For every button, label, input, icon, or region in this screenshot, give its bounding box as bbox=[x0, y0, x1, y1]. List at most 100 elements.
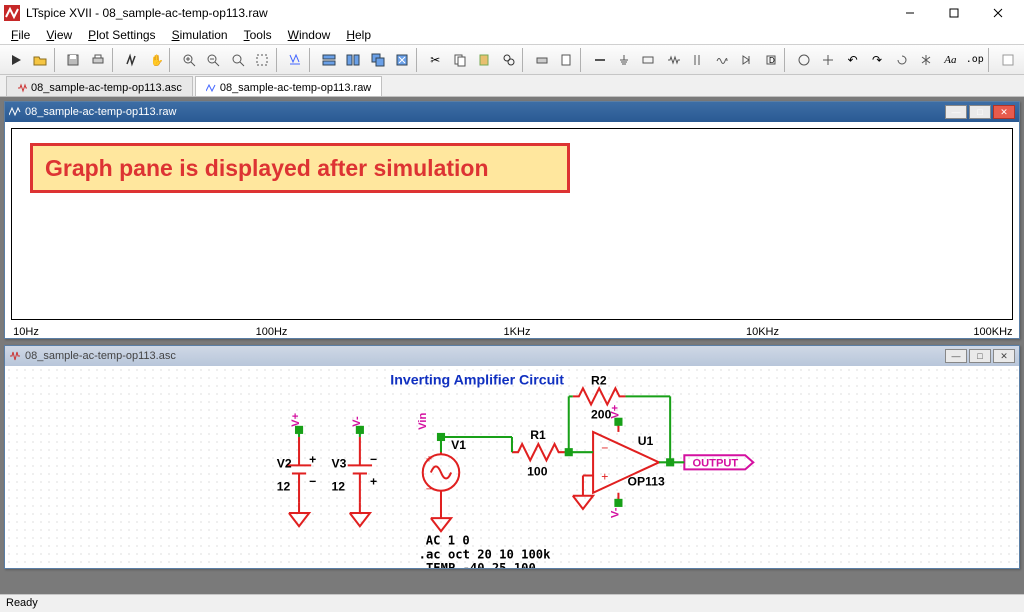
waveform-body[interactable]: Graph pane is displayed after simulation… bbox=[5, 122, 1019, 338]
window-titlebar: LTspice XVII - 08_sample-ac-temp-op113.r… bbox=[0, 0, 1024, 26]
open-icon[interactable] bbox=[28, 48, 51, 72]
rotate-icon[interactable] bbox=[890, 48, 913, 72]
cascade-icon[interactable] bbox=[366, 48, 389, 72]
setup-icon[interactable] bbox=[555, 48, 578, 72]
schematic-window[interactable]: 08_sample-ac-temp-op113.asc ― □ ✕ V2 bbox=[4, 345, 1020, 569]
xtick: 1KHz bbox=[504, 326, 531, 338]
svg-text:+: + bbox=[426, 453, 433, 465]
svg-text:V3: V3 bbox=[331, 456, 346, 470]
label-net-icon[interactable] bbox=[637, 48, 660, 72]
drag-icon[interactable] bbox=[817, 48, 840, 72]
close-all-icon[interactable] bbox=[390, 48, 413, 72]
child-close-button[interactable]: ✕ bbox=[993, 349, 1015, 363]
tile-h-icon[interactable] bbox=[317, 48, 340, 72]
svg-text:Vin: Vin bbox=[417, 413, 429, 430]
zoom-out-icon[interactable] bbox=[202, 48, 225, 72]
spice-directive[interactable]: .ac oct 20 10 100k bbox=[419, 548, 551, 562]
schematic-titlebar[interactable]: 08_sample-ac-temp-op113.asc ― □ ✕ bbox=[5, 346, 1019, 366]
capacitor-icon[interactable] bbox=[686, 48, 709, 72]
move-icon[interactable] bbox=[792, 48, 815, 72]
schematic-canvas[interactable]: V2 12 + − V3 12 − + bbox=[5, 366, 1019, 568]
svg-text:12: 12 bbox=[331, 480, 345, 494]
inductor-icon[interactable] bbox=[710, 48, 733, 72]
zoom-fit-icon[interactable] bbox=[226, 48, 249, 72]
component-icon[interactable]: D bbox=[759, 48, 782, 72]
diode-icon[interactable] bbox=[734, 48, 757, 72]
window-maximize-button[interactable] bbox=[932, 0, 976, 26]
ground-icon bbox=[431, 513, 451, 531]
undo-icon[interactable]: ↶ bbox=[841, 48, 864, 72]
x-axis-ticks: 10Hz 100Hz 1KHz 10KHz 100KHz bbox=[11, 322, 1013, 338]
annotation-banner: Graph pane is displayed after simulation bbox=[30, 143, 570, 193]
xtick: 10KHz bbox=[746, 326, 779, 338]
svg-text:✋: ✋ bbox=[150, 54, 163, 67]
menu-tools[interactable]: Tools bbox=[237, 27, 279, 43]
waveform-window[interactable]: 08_sample-ac-temp-op113.raw ― □ ✕ Graph … bbox=[4, 101, 1020, 339]
mdi-client-area: 08_sample-ac-temp-op113.raw ― □ ✕ Graph … bbox=[0, 97, 1024, 594]
net-output-flag[interactable]: OUTPUT bbox=[684, 455, 753, 469]
menu-help[interactable]: Help bbox=[339, 27, 378, 43]
component-v1[interactable]: V1 + − bbox=[423, 437, 466, 513]
waveform-titlebar[interactable]: 08_sample-ac-temp-op113.raw ― □ ✕ bbox=[5, 102, 1019, 122]
tab-schematic[interactable]: 08_sample-ac-temp-op113.asc bbox=[6, 76, 193, 96]
copy-icon[interactable] bbox=[448, 48, 471, 72]
paste-icon[interactable] bbox=[472, 48, 495, 72]
run-icon[interactable] bbox=[4, 48, 27, 72]
document-tab-strip: 08_sample-ac-temp-op113.asc 08_sample-ac… bbox=[0, 75, 1024, 97]
menu-view[interactable]: View bbox=[39, 27, 79, 43]
ground-icon[interactable] bbox=[612, 48, 635, 72]
child-close-button[interactable]: ✕ bbox=[993, 105, 1015, 119]
spice-dir-icon[interactable]: .op bbox=[963, 48, 986, 72]
menu-plot-settings[interactable]: Plot Settings bbox=[81, 27, 162, 43]
child-maximize-button[interactable]: □ bbox=[969, 349, 991, 363]
cut-icon[interactable]: ✂ bbox=[424, 48, 447, 72]
child-minimize-button[interactable]: ― bbox=[945, 105, 967, 119]
app-icon bbox=[4, 5, 20, 21]
child-maximize-button[interactable]: □ bbox=[969, 105, 991, 119]
tab-waveform[interactable]: 08_sample-ac-temp-op113.raw bbox=[195, 76, 382, 96]
xtick: 100KHz bbox=[973, 326, 1012, 338]
menu-window[interactable]: Window bbox=[281, 27, 338, 43]
spice-directive[interactable]: .TEMP -40 25 100 bbox=[419, 561, 536, 568]
print2-icon[interactable] bbox=[530, 48, 553, 72]
component-u1[interactable]: − + U1 OP113 bbox=[593, 422, 665, 503]
window-close-button[interactable] bbox=[976, 0, 1020, 26]
search-icon[interactable] bbox=[497, 48, 520, 72]
svg-text:R1: R1 bbox=[530, 428, 546, 442]
component-v3[interactable]: V3 12 − + bbox=[331, 437, 377, 503]
autorange-icon[interactable] bbox=[284, 48, 307, 72]
pick-color-icon[interactable] bbox=[996, 48, 1019, 72]
annotation-text: Graph pane is displayed after simulation bbox=[45, 155, 489, 182]
svg-text:V2: V2 bbox=[277, 456, 292, 470]
svg-text:V1: V1 bbox=[451, 438, 466, 452]
svg-text:AC 1 0: AC 1 0 bbox=[426, 533, 470, 547]
svg-text:V+: V+ bbox=[609, 404, 621, 418]
tile-v-icon[interactable] bbox=[341, 48, 364, 72]
child-minimize-button[interactable]: ― bbox=[945, 349, 967, 363]
text-icon[interactable]: Aa bbox=[939, 48, 962, 72]
component-r1[interactable]: R1 100 bbox=[512, 428, 565, 479]
svg-text:U1: U1 bbox=[638, 434, 654, 448]
print-icon[interactable] bbox=[86, 48, 109, 72]
zoom-in-icon[interactable] bbox=[177, 48, 200, 72]
menu-file[interactable]: File bbox=[4, 27, 37, 43]
waveform-icon bbox=[206, 83, 216, 93]
svg-text:D: D bbox=[769, 56, 775, 65]
tab-label: 08_sample-ac-temp-op113.asc bbox=[31, 82, 182, 94]
zoom-area-icon[interactable] bbox=[250, 48, 273, 72]
run-sim-icon[interactable] bbox=[119, 48, 142, 72]
menu-simulation[interactable]: Simulation bbox=[165, 27, 235, 43]
menu-bar: File View Plot Settings Simulation Tools… bbox=[0, 26, 1024, 45]
halt-icon[interactable]: ✋ bbox=[144, 48, 167, 72]
window-minimize-button[interactable] bbox=[888, 0, 932, 26]
save-icon[interactable] bbox=[62, 48, 85, 72]
plot-frame[interactable]: Graph pane is displayed after simulation bbox=[11, 128, 1013, 320]
redo-icon[interactable]: ↷ bbox=[865, 48, 888, 72]
resistor-icon[interactable] bbox=[661, 48, 684, 72]
component-v2[interactable]: V2 12 + − bbox=[277, 437, 317, 503]
mirror-icon[interactable] bbox=[914, 48, 937, 72]
draw-wire-icon[interactable] bbox=[588, 48, 611, 72]
svg-text:OUTPUT: OUTPUT bbox=[692, 457, 738, 469]
svg-text:12: 12 bbox=[277, 480, 291, 494]
tab-label: 08_sample-ac-temp-op113.raw bbox=[220, 82, 371, 94]
